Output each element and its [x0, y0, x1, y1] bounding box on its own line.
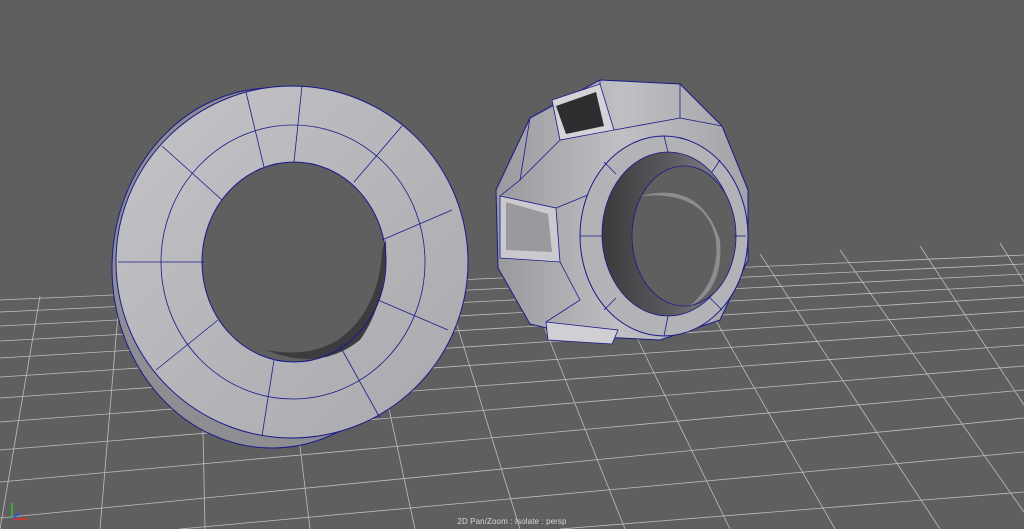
- washer-ring-mesh[interactable]: [111, 85, 469, 449]
- bolt-cap-mesh[interactable]: [495, 79, 749, 345]
- 3d-scene[interactable]: [0, 0, 1024, 529]
- maya-perspective-viewport[interactable]: 2D Pan/Zoom : Isolate : persp: [0, 0, 1024, 529]
- viewport-status-label: 2D Pan/Zoom : Isolate : persp: [457, 517, 567, 526]
